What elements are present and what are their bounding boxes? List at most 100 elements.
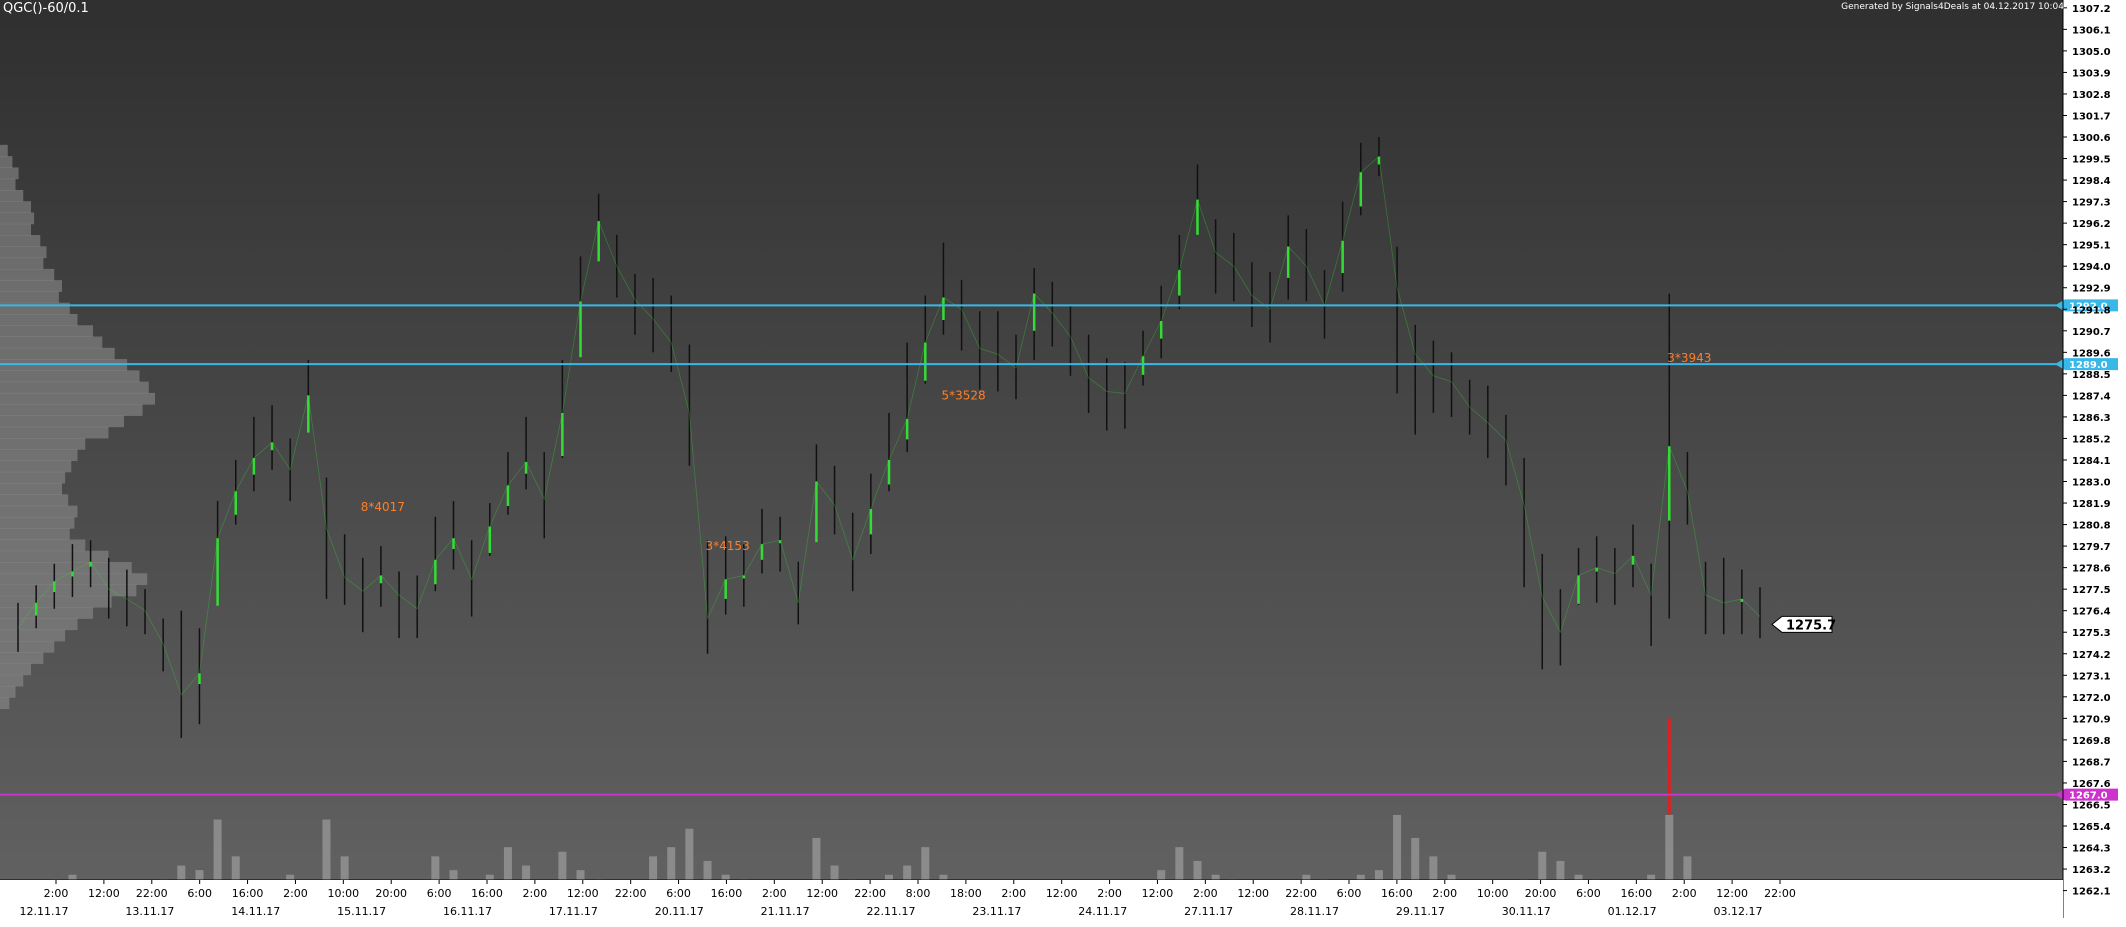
price-tick-label: 1285.2 xyxy=(2072,434,2111,445)
price-tick-label: 1272.0 xyxy=(2072,693,2111,704)
price-tick-label: 1290.7 xyxy=(2072,327,2111,338)
time-tick-label: 10:00 xyxy=(327,887,359,900)
price-tick-label: 1266.5 xyxy=(2072,800,2111,811)
price-tick-label: 1268.7 xyxy=(2072,757,2111,768)
time-tick-label: 20:00 xyxy=(1525,887,1557,900)
price-tick-label: 1262.1 xyxy=(2072,887,2111,898)
price-tick-label: 1303.9 xyxy=(2072,68,2111,79)
time-tick-label: 18:00 xyxy=(950,887,982,900)
volume-profile-bar xyxy=(0,528,70,540)
volume-profile-bar xyxy=(0,618,78,631)
price-tick-label: 1274.2 xyxy=(2072,650,2111,661)
price-tick-label: 1277.5 xyxy=(2072,585,2111,596)
volume-profile-bar xyxy=(0,257,44,270)
volume-profile-bar xyxy=(0,516,75,529)
price-tick-label: 1267.6 xyxy=(2072,779,2111,790)
date-tick-label: 29.11.17 xyxy=(1396,905,1445,918)
time-tick-label: 2:00 xyxy=(1001,887,1026,900)
time-tick-label: 8:00 xyxy=(906,887,931,900)
volume-profile-bar xyxy=(0,178,16,191)
volume-profile-bar xyxy=(0,336,103,349)
volume-profile-bar xyxy=(0,652,44,664)
volume-profile-bar xyxy=(0,156,13,168)
trade-annotation: 3*4153 xyxy=(706,539,750,553)
volume-profile-bar xyxy=(0,167,19,180)
volume-profile-bar xyxy=(0,144,8,157)
volume-profile-bar xyxy=(0,212,35,225)
time-tick-label: 2:00 xyxy=(1193,887,1218,900)
price-tick-label: 1283.0 xyxy=(2072,478,2111,489)
time-tick-label: 16:00 xyxy=(471,887,503,900)
price-tick-label: 1289.6 xyxy=(2072,348,2111,359)
date-tick-label: 15.11.17 xyxy=(337,905,386,918)
volume-profile-bar xyxy=(0,189,24,202)
time-tick-label: 6:00 xyxy=(1337,887,1362,900)
date-tick-label: 01.12.17 xyxy=(1608,905,1657,918)
date-tick-label: 23.11.17 xyxy=(972,905,1021,918)
date-tick-label: 03.12.17 xyxy=(1714,905,1763,918)
price-tick-label: 1301.7 xyxy=(2072,111,2111,122)
time-tick-label: 16:00 xyxy=(1620,887,1652,900)
volume-profile-bar xyxy=(0,223,31,236)
time-tick-label: 2:00 xyxy=(762,887,787,900)
price-tick-label: 1307.2 xyxy=(2072,4,2111,15)
symbol-title: QGC()-60/0.1 xyxy=(3,1,89,16)
generated-by-note: Generated by Signals4Deals at 04.12.2017… xyxy=(1841,2,2064,12)
date-tick-label: 27.11.17 xyxy=(1184,905,1233,918)
price-tick-label: 1273.1 xyxy=(2072,671,2111,682)
date-tick-label: 16.11.17 xyxy=(443,905,492,918)
price-tick-label: 1284.1 xyxy=(2072,456,2111,467)
volume-profile-bar xyxy=(0,268,55,281)
date-tick-label: 17.11.17 xyxy=(549,905,598,918)
volume-profile-bar xyxy=(0,584,137,597)
time-axis-background xyxy=(0,918,2126,927)
time-tick-label: 22:00 xyxy=(1764,887,1796,900)
price-tick-label: 1281.9 xyxy=(2072,499,2111,510)
price-tick-label: 1288.5 xyxy=(2072,370,2111,381)
volume-profile-bar xyxy=(0,550,109,563)
time-tick-label: 16:00 xyxy=(711,887,743,900)
price-tick-label: 1263.2 xyxy=(2072,865,2111,876)
time-tick-label: 16:00 xyxy=(1381,887,1413,900)
time-tick-label: 12:00 xyxy=(806,887,838,900)
date-tick-label: 14.11.17 xyxy=(231,905,280,918)
chart-background xyxy=(0,0,2063,918)
time-tick-label: 2:00 xyxy=(44,887,69,900)
price-tick-label: 1270.9 xyxy=(2072,714,2111,725)
volume-profile-bar xyxy=(0,483,62,495)
time-tick-label: 6:00 xyxy=(427,887,452,900)
volume-profile-bar xyxy=(0,663,31,676)
volume-profile-bar xyxy=(0,640,55,653)
price-tick-label: 1291.8 xyxy=(2072,305,2111,316)
time-tick-label: 10:00 xyxy=(1477,887,1509,900)
volume-profile-bar xyxy=(0,347,115,360)
price-tick-label: 1292.9 xyxy=(2072,284,2111,295)
volume-profile-bar xyxy=(0,449,78,462)
price-tick-label: 1299.5 xyxy=(2072,155,2111,166)
price-chart[interactable]: 1292.01289.01267.01275.7 8*40173*41535*3… xyxy=(0,0,2126,927)
time-tick-label: 2:00 xyxy=(283,887,308,900)
price-tick-label: 1278.6 xyxy=(2072,564,2111,575)
volume-profile-bar xyxy=(0,437,86,450)
price-tick-label: 1279.7 xyxy=(2072,542,2111,553)
volume-profile-bar xyxy=(0,235,41,247)
date-tick-label: 21.11.17 xyxy=(761,905,810,918)
price-tick-label: 1298.4 xyxy=(2072,176,2111,187)
date-tick-label: 20.11.17 xyxy=(655,905,704,918)
volume-profile-bar xyxy=(0,291,59,304)
date-tick-label: 12.11.17 xyxy=(20,905,69,918)
time-tick-label: 12:00 xyxy=(567,887,599,900)
time-tick-label: 2:00 xyxy=(1432,887,1457,900)
time-tick-label: 2:00 xyxy=(523,887,548,900)
volume-profile-bar xyxy=(0,697,10,710)
time-tick-label: 22:00 xyxy=(615,887,647,900)
date-tick-label: 22.11.17 xyxy=(867,905,916,918)
trade-annotation: 3*3943 xyxy=(1667,351,1711,365)
date-tick-label: 28.11.17 xyxy=(1290,905,1339,918)
date-tick-label: 24.11.17 xyxy=(1078,905,1127,918)
volume-profile-bar xyxy=(0,629,66,642)
price-tick-label: 1300.6 xyxy=(2072,133,2111,144)
volume-profile-bar xyxy=(0,686,16,698)
price-tick-label: 1306.1 xyxy=(2072,25,2111,36)
price-tick-label: 1295.1 xyxy=(2072,241,2111,252)
